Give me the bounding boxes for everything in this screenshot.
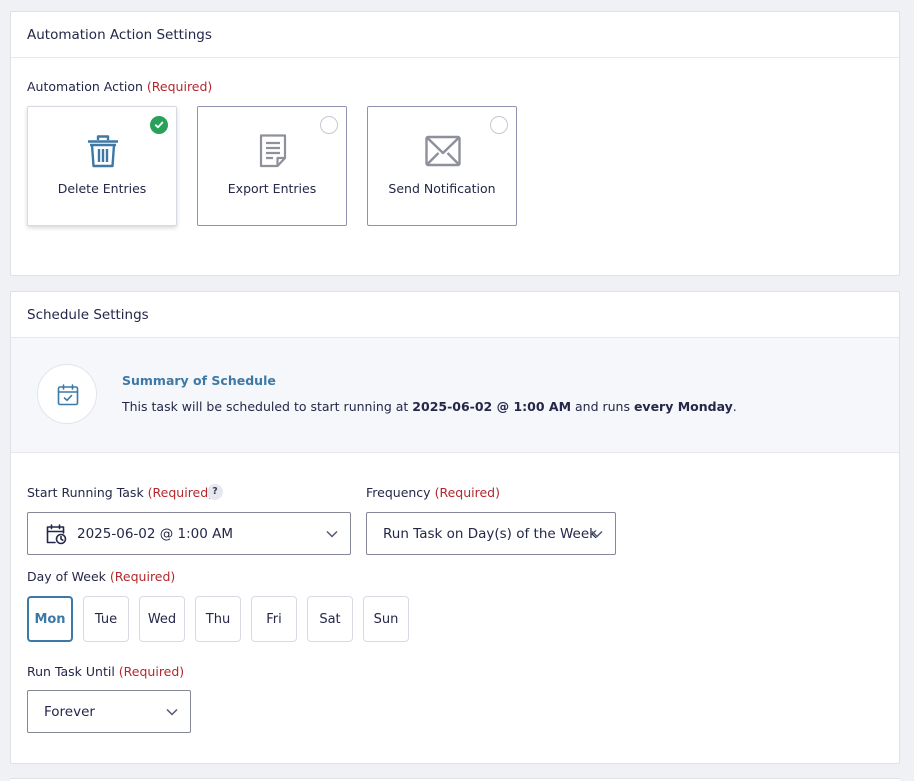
schedule-settings-panel: Schedule Settings Summary of Schedule Th… (10, 291, 900, 764)
start-datetime-picker[interactable]: 2025-06-02 @ 1:00 AM (27, 512, 351, 555)
chevron-down-icon (166, 708, 178, 716)
action-card-label: Send Notification (388, 181, 496, 196)
action-card-export-entries[interactable]: Export Entries (197, 106, 347, 226)
trash-icon (88, 135, 118, 168)
calendar-clock-icon (46, 523, 67, 544)
day-button-thu[interactable]: Thu (195, 596, 241, 642)
schedule-summary: Summary of Schedule This task will be sc… (11, 338, 899, 453)
action-card-send-notification[interactable]: Send Notification (367, 106, 517, 226)
frequency-select[interactable]: Run Task on Day(s) of the Week (366, 512, 616, 555)
day-button-wed[interactable]: Wed (139, 596, 185, 642)
automation-action-panel-title: Automation Action Settings (11, 12, 899, 58)
start-running-task-label: Start Running Task (Required) (27, 485, 214, 500)
run-until-value: Forever (44, 703, 95, 720)
start-datetime-value: 2025-06-02 @ 1:00 AM (77, 525, 234, 542)
automation-action-label: Automation Action (Required) (27, 79, 213, 94)
document-icon (259, 134, 287, 168)
summary-text: This task will be scheduled to start run… (122, 399, 737, 414)
radio-unchecked-icon (320, 116, 338, 134)
day-button-mon[interactable]: Mon (27, 596, 73, 642)
summary-frequency: every Monday (633, 399, 733, 414)
frequency-label: Frequency (Required) (366, 485, 500, 500)
required-indicator: (Required) (109, 569, 176, 584)
required-indicator: (Required) (434, 485, 500, 500)
chevron-down-icon (591, 530, 603, 538)
day-of-week-label: Day of Week (Required) (27, 569, 176, 584)
action-card-label: Export Entries (227, 181, 317, 196)
action-card-delete-entries[interactable]: Delete Entries (27, 106, 177, 226)
frequency-value: Run Task on Day(s) of the Week (383, 525, 597, 542)
schedule-settings-panel-title: Schedule Settings (11, 292, 899, 338)
run-task-until-label: Run Task Until (Required) (27, 664, 185, 679)
required-indicator: (Required) (146, 79, 213, 94)
required-indicator: (Required) (147, 485, 214, 500)
radio-unchecked-icon (490, 116, 508, 134)
selected-check-icon (150, 116, 168, 134)
summary-title: Summary of Schedule (122, 373, 276, 388)
day-button-tue[interactable]: Tue (83, 596, 129, 642)
day-button-sun[interactable]: Sun (363, 596, 409, 642)
chevron-down-icon (326, 530, 338, 538)
day-button-fri[interactable]: Fri (251, 596, 297, 642)
required-indicator: (Required) (118, 664, 185, 679)
summary-start-datetime: 2025-06-02 @ 1:00 AM (412, 399, 572, 414)
envelope-icon (425, 135, 461, 167)
help-icon[interactable]: ? (207, 484, 223, 500)
action-card-label: Delete Entries (57, 181, 147, 196)
automation-action-panel: Automation Action Settings Automation Ac… (10, 11, 900, 276)
calendar-check-icon (37, 364, 97, 424)
day-button-sat[interactable]: Sat (307, 596, 353, 642)
run-until-select[interactable]: Forever (27, 690, 191, 733)
